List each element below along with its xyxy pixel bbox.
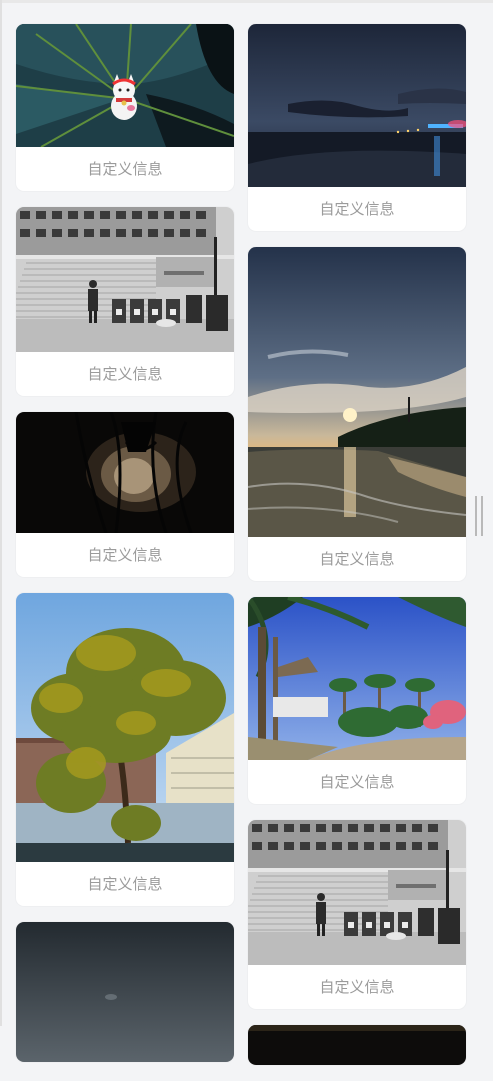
left-divider — [0, 0, 2, 1026]
card-caption: 自定义信息 — [87, 160, 163, 178]
photo-card[interactable] — [16, 922, 234, 1062]
photo-card[interactable] — [248, 1025, 466, 1065]
photo-card[interactable]: 自定义信息 — [16, 24, 234, 191]
scrollbar-handle[interactable] — [475, 496, 483, 536]
card-caption: 自定义信息 — [319, 773, 395, 791]
photo-card[interactable]: 自定义信息 — [16, 207, 234, 396]
photo-tree-sky[interactable] — [16, 593, 234, 862]
card-caption: 自定义信息 — [319, 550, 395, 568]
photo-card[interactable]: 自定义信息 — [248, 820, 466, 1009]
top-divider — [0, 0, 493, 3]
photo-card[interactable]: 自定义信息 — [16, 412, 234, 577]
photo-card[interactable]: 自定义信息 — [16, 593, 234, 906]
photo-building-stairs[interactable] — [248, 820, 466, 965]
right-column: 自定义信息 自定义信息 自定义信息 自定义信息 — [248, 24, 466, 1081]
card-caption: 自定义信息 — [87, 875, 163, 893]
photo-leaf-figurine[interactable] — [16, 24, 234, 147]
left-column: 自定义信息 自定义信息 自定义信息 自定义信息 — [16, 24, 234, 1078]
card-caption: 自定义信息 — [87, 546, 163, 564]
card-caption: 自定义信息 — [87, 365, 163, 383]
photo-night-reflection[interactable] — [16, 412, 234, 533]
photo-dark-sky[interactable] — [16, 922, 234, 1062]
photo-night-beach[interactable] — [248, 24, 466, 187]
photo-building-stairs[interactable] — [16, 207, 234, 352]
photo-dark-partial[interactable] — [248, 1025, 466, 1065]
photo-sunset-beach[interactable] — [248, 247, 466, 537]
card-caption: 自定义信息 — [319, 200, 395, 218]
photo-card[interactable]: 自定义信息 — [248, 24, 466, 231]
card-caption: 自定义信息 — [319, 978, 395, 996]
photo-card[interactable]: 自定义信息 — [248, 247, 466, 581]
photo-card[interactable]: 自定义信息 — [248, 597, 466, 804]
photo-palm-trees[interactable] — [248, 597, 466, 760]
